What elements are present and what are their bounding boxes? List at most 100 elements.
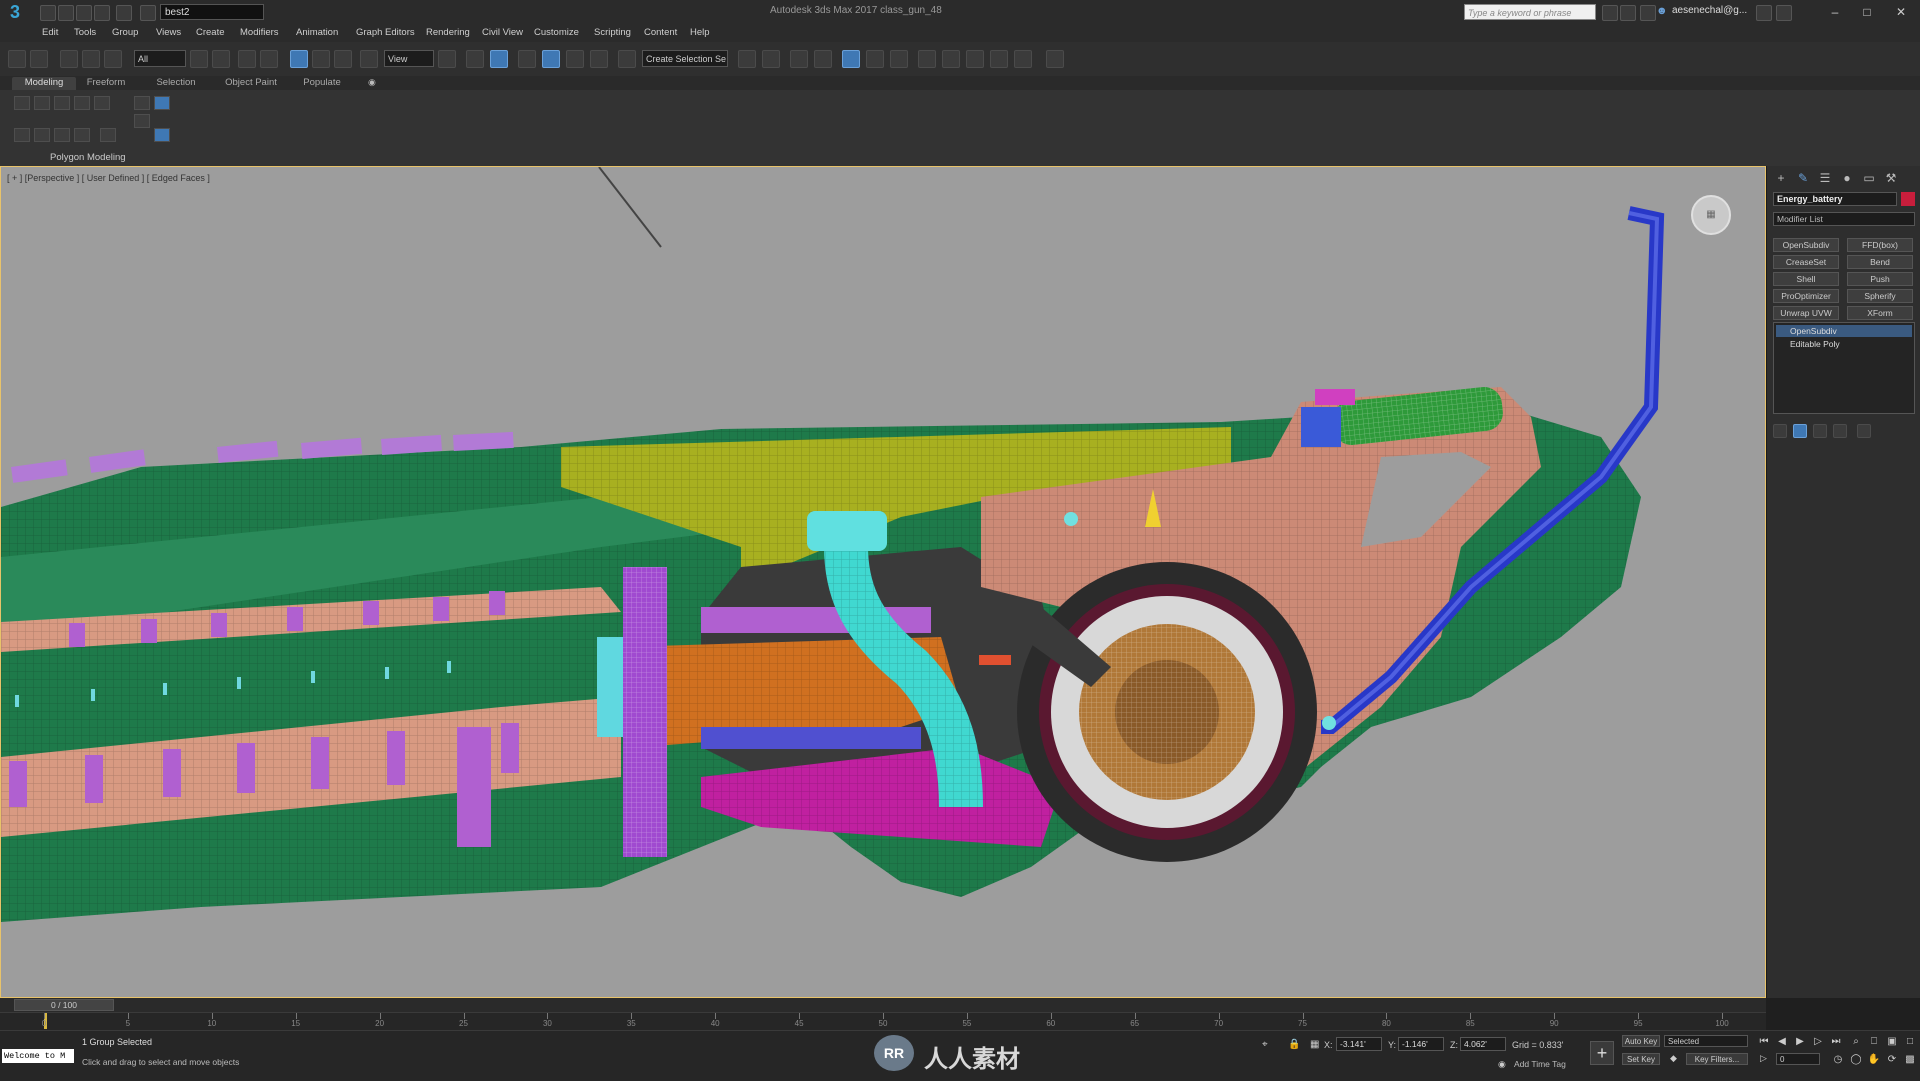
pan-icon[interactable]: ✋ — [1866, 1053, 1882, 1067]
modifier-button[interactable]: ProOptimizer — [1773, 289, 1839, 303]
key-filters-button[interactable]: Key Filters... — [1686, 1053, 1748, 1065]
rotate-icon[interactable] — [312, 50, 330, 68]
modifier-button[interactable]: Spherify — [1847, 289, 1913, 303]
ribbon-tool-icon[interactable] — [94, 96, 110, 110]
field-of-view-icon[interactable]: ◯ — [1848, 1053, 1864, 1067]
zoom-all-icon[interactable]: ⎕ — [1866, 1035, 1882, 1049]
angle-snap-icon[interactable] — [542, 50, 560, 68]
workspace-dropdown[interactable]: best2 — [160, 4, 264, 20]
user-icon[interactable]: ☻ — [1656, 5, 1668, 19]
rendered-frame-window-icon[interactable] — [966, 50, 984, 68]
menu-customize[interactable]: Customize — [534, 27, 579, 41]
tab-modeling[interactable]: Modeling — [12, 77, 76, 90]
maximize-icon[interactable]: □ — [1852, 2, 1882, 22]
curve-editor-icon[interactable] — [866, 50, 884, 68]
maximize-toggle-icon[interactable]: ▩ — [1902, 1053, 1918, 1067]
zoom-extents-icon[interactable]: ▣ — [1884, 1035, 1900, 1049]
ribbon-tool-icon[interactable] — [134, 96, 150, 110]
spinner-snap-icon[interactable] — [590, 50, 608, 68]
absolute-mode-icon[interactable]: ▦ — [1310, 1039, 1319, 1050]
render-iterative-icon[interactable] — [1014, 50, 1032, 68]
redo-icon[interactable] — [116, 5, 132, 21]
maximize-viewport-icon[interactable]: □ — [1902, 1035, 1918, 1049]
region-select-icon[interactable] — [238, 50, 256, 68]
key-mode-toggle-icon[interactable]: ▷ — [1760, 1053, 1767, 1064]
modifier-button[interactable]: OpenSubdiv — [1773, 238, 1839, 252]
perspective-viewport[interactable]: [ + ] [Perspective ] [ User Defined ] [ … — [0, 166, 1766, 998]
layer-explorer-icon[interactable] — [814, 50, 832, 68]
polygon-modeling-label[interactable]: Polygon Modeling — [50, 152, 126, 163]
ribbon-tool-icon[interactable] — [154, 128, 170, 142]
object-color-swatch[interactable] — [1901, 192, 1915, 206]
menu-rendering[interactable]: Rendering — [426, 27, 470, 41]
render-in-cloud-icon[interactable] — [1046, 50, 1064, 68]
model-wireframe[interactable] — [1, 167, 1766, 998]
ribbon-tool-icon[interactable] — [74, 128, 90, 142]
scene-explorer-icon[interactable] — [790, 50, 808, 68]
binoculars-icon[interactable] — [1602, 5, 1618, 21]
x-coordinate-field[interactable]: -3.141' — [1336, 1037, 1382, 1051]
menu-views[interactable]: Views — [156, 27, 181, 41]
selection-lock-icon[interactable]: 🔒 — [1288, 1039, 1300, 1050]
material-editor-icon[interactable] — [918, 50, 936, 68]
key-filter-icon[interactable]: ◆ — [1670, 1053, 1677, 1064]
bind-space-warp-icon[interactable] — [104, 50, 122, 68]
menu-create[interactable]: Create — [196, 27, 225, 41]
current-frame-field[interactable]: 0 — [1776, 1053, 1820, 1065]
show-end-result-icon[interactable] — [1793, 424, 1807, 438]
new-file-icon[interactable] — [40, 5, 56, 21]
modify-tab-icon[interactable]: ✎ — [1795, 170, 1811, 186]
menu-help[interactable]: Help — [690, 27, 710, 41]
favorites-star-icon[interactable] — [1640, 5, 1656, 21]
z-coordinate-field[interactable]: 4.062' — [1460, 1037, 1506, 1051]
y-coordinate-field[interactable]: -1.146' — [1398, 1037, 1444, 1051]
open-file-icon[interactable] — [58, 5, 74, 21]
zoom-icon[interactable]: ⌕ — [1848, 1035, 1864, 1049]
time-slider[interactable]: 0 / 100 — [14, 999, 114, 1011]
modifier-stack[interactable]: OpenSubdiv Editable Poly — [1773, 322, 1915, 414]
undo-icon[interactable] — [8, 50, 26, 68]
undo-icon[interactable] — [94, 5, 110, 21]
make-unique-icon[interactable] — [1813, 424, 1827, 438]
track-bar[interactable]: 0 5 10 15 20 25 30 35 40 45 50 55 60 65 70 75 80 85 90 95 10… — [0, 1012, 1766, 1031]
edit-named-selection-icon[interactable] — [618, 50, 636, 68]
tab-object-paint[interactable]: Object Paint — [220, 77, 282, 90]
viewport-label[interactable]: [ + ] [Perspective ] [ User Defined ] [ … — [7, 173, 210, 183]
close-icon[interactable]: ✕ — [1886, 2, 1916, 22]
pin-stack-icon[interactable] — [1773, 424, 1787, 438]
go-to-end-icon[interactable]: ⏭ — [1828, 1035, 1844, 1049]
modifier-button[interactable]: FFD(box) — [1847, 238, 1913, 252]
time-tag-icon[interactable]: ◉ — [1498, 1059, 1506, 1070]
search-input[interactable]: Type a keyword or phrase — [1464, 4, 1596, 20]
modifier-button[interactable]: CreaseSet — [1773, 255, 1839, 269]
display-tab-icon[interactable]: ▭ — [1861, 170, 1877, 186]
stack-item-opensubdiv[interactable]: OpenSubdiv — [1776, 325, 1912, 337]
ribbon-tool-icon[interactable] — [54, 96, 70, 110]
select-manipulate-icon[interactable] — [466, 50, 484, 68]
go-to-start-icon[interactable]: ⏮ — [1756, 1035, 1772, 1049]
reference-coordinate-dropdown[interactable]: View — [384, 50, 434, 67]
pivot-center-icon[interactable] — [438, 50, 456, 68]
tab-freeform[interactable]: Freeform — [80, 77, 132, 90]
maxscript-listener[interactable]: Welcome to M — [2, 1049, 74, 1063]
exchange-apps-icon[interactable] — [1756, 5, 1772, 21]
align-icon[interactable] — [762, 50, 780, 68]
set-keys-icon[interactable]: + — [1590, 1041, 1614, 1065]
object-name-field[interactable]: Energy_battery — [1773, 192, 1897, 206]
ribbon-tool-icon[interactable] — [154, 96, 170, 110]
modifier-list-dropdown[interactable]: Modifier List — [1773, 212, 1915, 226]
utilities-tab-icon[interactable]: ⚒ — [1883, 170, 1899, 186]
modifier-button[interactable]: Unwrap UVW — [1773, 306, 1839, 320]
configure-modifier-sets-icon[interactable] — [1857, 424, 1871, 438]
communication-center-icon[interactable] — [1620, 5, 1636, 21]
redo-icon[interactable] — [30, 50, 48, 68]
ribbon-tool-icon[interactable] — [14, 128, 30, 142]
named-selection-sets-dropdown[interactable]: Create Selection Se — [642, 50, 728, 67]
percent-snap-icon[interactable] — [566, 50, 584, 68]
tab-selection[interactable]: Selection — [150, 77, 202, 90]
motion-tab-icon[interactable]: ● — [1839, 170, 1855, 186]
user-account[interactable]: aesenechal@g... — [1672, 5, 1754, 19]
ribbon-tool-icon[interactable] — [34, 96, 50, 110]
previous-frame-icon[interactable]: ◀ — [1774, 1035, 1790, 1049]
ribbon-tool-icon[interactable] — [100, 128, 116, 142]
